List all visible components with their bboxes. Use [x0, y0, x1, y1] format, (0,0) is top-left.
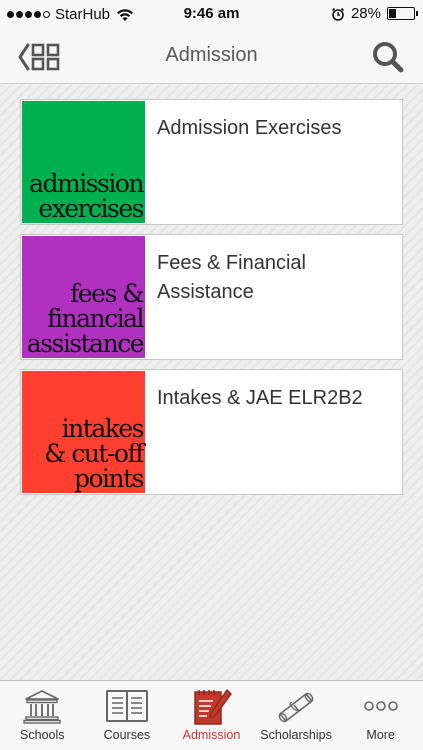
card-thumbnail: intakes & cut-off points: [22, 371, 145, 493]
thumb-line: fees &: [70, 279, 144, 308]
card-intakes-jae[interactable]: intakes & cut-off points Intakes & JAE E…: [20, 369, 403, 495]
card-title: Fees & Financial Assistance: [157, 252, 306, 303]
page-title: Admission: [165, 44, 258, 66]
card-thumbnail: admission exercises: [22, 101, 145, 223]
thumb-line: points: [73, 464, 145, 493]
book-icon: [105, 686, 149, 726]
navigation-bar: Admission: [0, 30, 423, 84]
thumbnail-text: intakes & cut-off points: [44, 414, 145, 493]
tab-admission[interactable]: Admission: [169, 681, 254, 750]
more-dots-icon: [359, 686, 403, 726]
content-area: admission exercises Admission Exercises …: [0, 85, 423, 680]
bank-icon: [20, 686, 64, 726]
card-title: Intakes & JAE ELR2B2: [157, 387, 363, 409]
tab-bar: Schools Courses Admission Scholarships M…: [0, 680, 423, 750]
tab-courses[interactable]: Courses: [85, 681, 170, 750]
search-icon: [373, 42, 404, 73]
thumb-line: admission: [29, 169, 144, 198]
notepad-pencil-icon: [189, 686, 233, 726]
thumb-line: intakes: [61, 414, 145, 443]
thumbnail-text: fees & financial assistance: [26, 279, 145, 358]
thumb-line: & cut-off: [44, 439, 144, 468]
thumb-line: assistance: [26, 329, 145, 358]
thumb-line: exercises: [38, 194, 144, 223]
card-admission-exercises[interactable]: admission exercises Admission Exercises: [20, 99, 403, 225]
tab-scholarships[interactable]: Scholarships: [254, 681, 339, 750]
tab-label: Courses: [103, 728, 151, 742]
search-button[interactable]: [371, 40, 405, 74]
tab-label: Admission: [182, 728, 241, 742]
tab-more[interactable]: More: [338, 681, 423, 750]
tab-label: Scholarships: [260, 728, 332, 742]
tab-schools[interactable]: Schools: [0, 681, 85, 750]
status-bar: StarHub 9:46 am 28%: [0, 0, 423, 30]
card-thumbnail: fees & financial assistance: [22, 236, 145, 358]
tab-label: Schools: [20, 728, 65, 742]
battery-icon: [387, 7, 418, 20]
status-right: 28%: [331, 5, 418, 22]
card-title: Admission Exercises: [157, 117, 342, 139]
tab-label: More: [366, 728, 395, 742]
card-fees-financial-assistance[interactable]: fees & financial assistance Fees & Finan…: [20, 234, 403, 360]
alarm-icon: [331, 7, 345, 21]
diploma-icon: [274, 686, 318, 726]
battery-percentage: 28%: [350, 5, 381, 22]
thumb-line: financial: [47, 304, 144, 333]
thumbnail-text: admission exercises: [29, 169, 144, 223]
